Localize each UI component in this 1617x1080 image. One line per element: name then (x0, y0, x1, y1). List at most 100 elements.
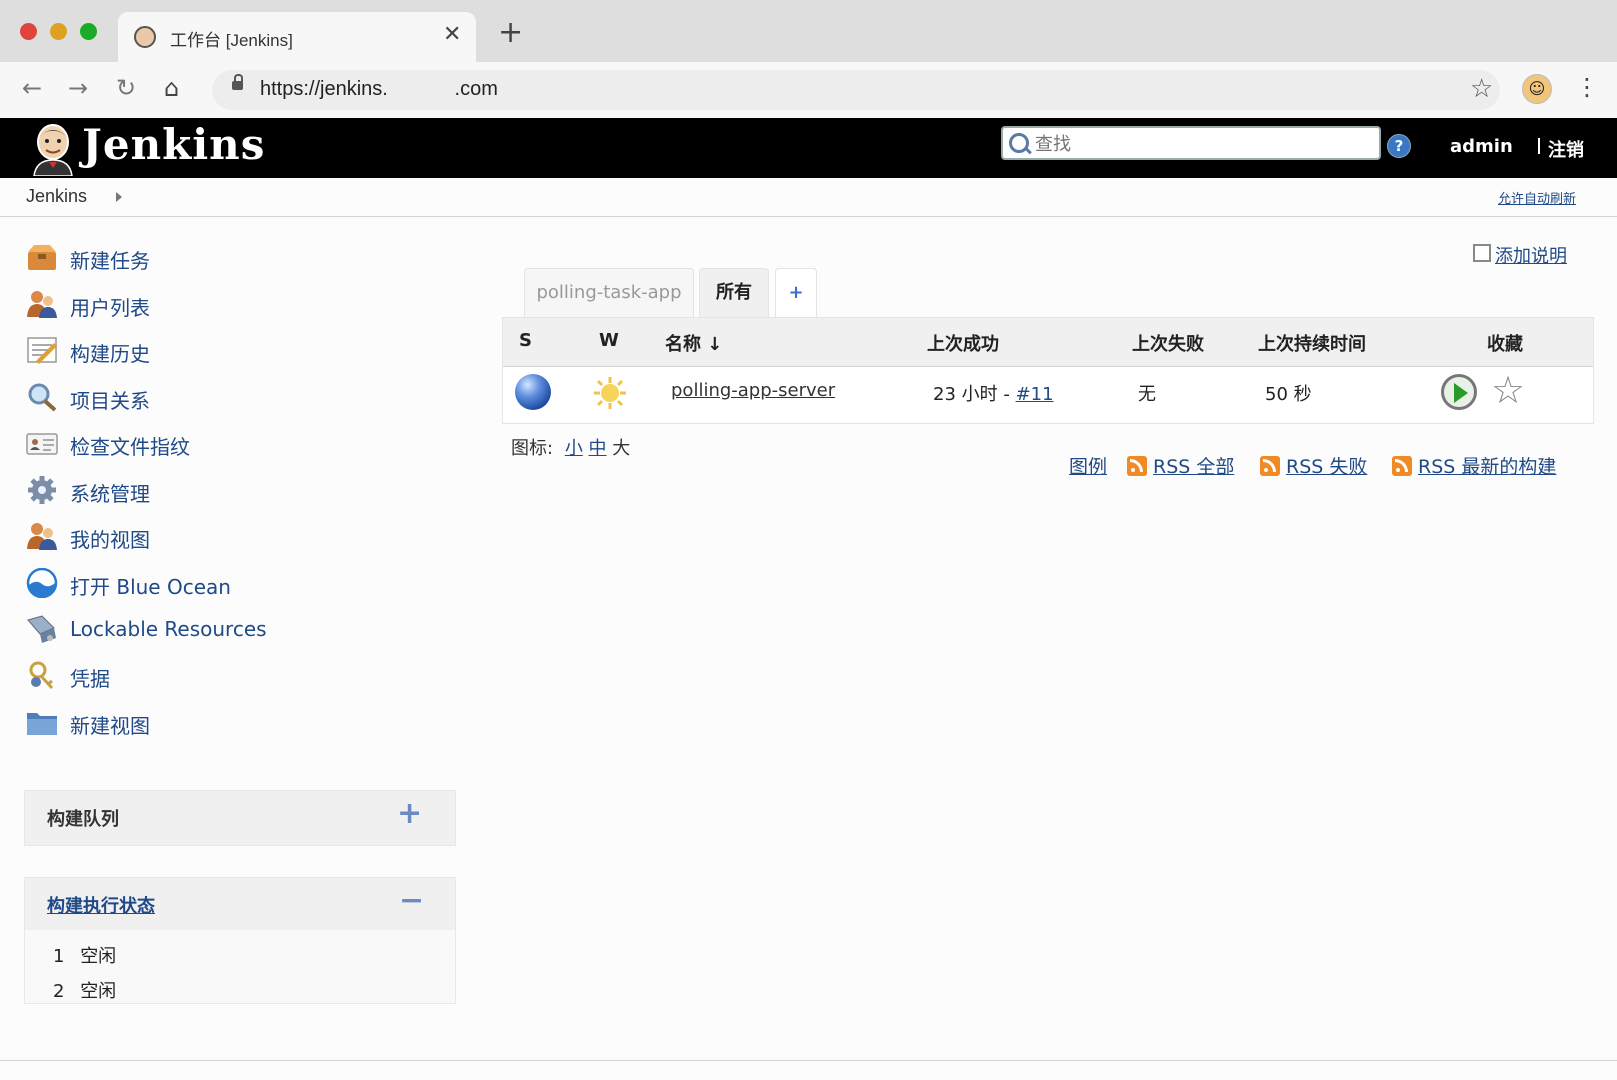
tab-label: 所有 (716, 282, 752, 303)
sidebar-item-blue-ocean[interactable]: 打开 Blue Ocean (26, 566, 446, 602)
legend-link[interactable]: 图例 (1069, 452, 1107, 479)
column-header-last-duration[interactable]: 上次持续时间 (1258, 330, 1366, 356)
jenkins-logo-text[interactable]: Jenkins (82, 120, 265, 169)
forward-icon[interactable]: → (68, 74, 88, 102)
sidebar-item-manage-jenkins[interactable]: 系统管理 (26, 473, 446, 509)
rss-icon (1392, 456, 1412, 476)
add-description-link[interactable]: 添加说明 (1473, 242, 1567, 268)
sidebar-item-fingerprint[interactable]: 检查文件指纹 (26, 426, 446, 462)
browser-menu-icon[interactable]: ⋮ (1575, 73, 1599, 101)
sidebar-item-label: 系统管理 (70, 482, 150, 506)
last-duration-cell: 50 秒 (1265, 384, 1312, 405)
jenkins-favicon-icon (134, 26, 156, 48)
rss-all-link[interactable]: RSS 全部 (1127, 452, 1234, 479)
table-header: S W 名称 ↓ 上次成功 上次失败 上次持续时间 收藏 (503, 318, 1593, 367)
sidebar-item-new-view[interactable]: 新建视图 (26, 705, 446, 741)
home-icon[interactable]: ⌂ (164, 74, 179, 102)
rss-latest-label: RSS 最新的构建 (1418, 456, 1557, 478)
enable-auto-refresh-link[interactable]: 允许自动刷新 (1498, 188, 1576, 207)
add-view-tab[interactable]: + (775, 268, 817, 318)
search-icon (28, 383, 57, 412)
my-views-icon (27, 523, 57, 550)
user-link[interactable]: admin (1450, 136, 1513, 157)
last-success-build-link[interactable]: #11 (1016, 384, 1054, 405)
sidebar-item-label: 项目关系 (70, 389, 150, 413)
column-header-favorite[interactable]: 收藏 (1487, 330, 1523, 356)
tab-all[interactable]: 所有 (699, 268, 769, 318)
rss-failed-link[interactable]: RSS 失败 (1260, 452, 1367, 479)
build-queue-title: 构建队列 (47, 809, 119, 830)
fingerprint-icon (26, 433, 58, 455)
sidebar-item-credentials[interactable]: 凭据 (26, 658, 446, 694)
url-text[interactable]: https://jenkins. .com (260, 78, 498, 101)
column-header-status[interactable]: S (519, 330, 532, 351)
sidebar-item-lockable-resources[interactable]: Lockable Resources (26, 612, 446, 648)
jenkins-butler-icon[interactable] (30, 122, 76, 176)
sun-icon[interactable] (593, 376, 627, 410)
edit-description-icon (1473, 244, 1491, 262)
breadcrumb-bar: Jenkins 允许自动刷新 (0, 178, 1617, 217)
close-window-button[interactable] (20, 23, 37, 40)
breadcrumb-arrow-icon[interactable] (116, 192, 122, 202)
breadcrumb-jenkins[interactable]: Jenkins (26, 186, 87, 207)
logout-link[interactable]: 注销 (1548, 136, 1584, 162)
column-header-last-success[interactable]: 上次成功 (927, 330, 999, 356)
search-icon (1009, 133, 1029, 153)
profile-avatar-icon[interactable]: ☺ (1522, 74, 1552, 104)
sidebar-item-label: 构建历史 (70, 342, 150, 366)
job-link[interactable]: polling-app-server (671, 380, 835, 401)
gear-icon (28, 476, 56, 504)
rss-all-label: RSS 全部 (1153, 456, 1235, 478)
back-icon[interactable]: ← (22, 74, 42, 102)
icon-size-label: 图标: (511, 438, 554, 459)
browser-tab[interactable]: 工作台 [Jenkins] ✕ (118, 12, 476, 62)
expand-icon[interactable]: + (397, 799, 422, 829)
help-icon[interactable]: ? (1387, 134, 1411, 158)
last-success-time: 23 小时 - (933, 384, 1016, 405)
users-icon (27, 291, 57, 318)
sidebar-item-label: 凭据 (70, 667, 110, 691)
icon-size-medium-link[interactable]: 中 (589, 438, 607, 459)
new-tab-button[interactable]: + (498, 18, 523, 48)
sidebar-item-build-history[interactable]: 构建历史 (26, 333, 446, 369)
credentials-icon (29, 661, 54, 690)
rss-failed-label: RSS 失败 (1286, 456, 1368, 478)
column-header-weather[interactable]: W (599, 330, 619, 351)
close-tab-icon[interactable]: ✕ (443, 22, 461, 47)
sidebar-item-new-item[interactable]: 新建任务 (26, 240, 446, 276)
status-ball-icon[interactable] (515, 374, 551, 410)
executor-status: 空闲 (80, 946, 117, 967)
browser-toolbar: ← → ↻ ⌂ https://jenkins. .com ☆ ☺ ⋮ (0, 62, 1617, 119)
build-history-icon (27, 337, 57, 364)
executor-status-header: 构建执行状态 − (25, 878, 455, 930)
bookmark-star-icon[interactable]: ☆ (1470, 74, 1493, 104)
executor-status: 空闲 (80, 981, 117, 1002)
browser-tab-title: 工作台 [Jenkins] (170, 31, 293, 50)
rss-latest-link[interactable]: RSS 最新的构建 (1392, 452, 1556, 479)
jenkins-header: Jenkins ? admin 注销 (0, 118, 1617, 178)
sidebar-item-label: 新建任务 (70, 249, 150, 273)
address-bar[interactable]: https://jenkins. .com ☆ (212, 70, 1500, 110)
sidebar-item-label: 用户列表 (70, 296, 150, 320)
executor-status-title-link[interactable]: 构建执行状态 (47, 892, 155, 918)
column-header-last-failure[interactable]: 上次失败 (1132, 330, 1204, 356)
favorite-star-icon[interactable]: ☆ (1491, 370, 1525, 410)
minimize-window-button[interactable] (50, 23, 67, 40)
schedule-build-icon[interactable] (1441, 374, 1477, 410)
collapse-icon[interactable]: − (399, 886, 424, 916)
tab-label: polling-task-app (536, 282, 682, 303)
icon-size-large-current: 大 (612, 438, 631, 459)
icon-size-small-link[interactable]: 小 (565, 438, 583, 459)
reload-icon[interactable]: ↻ (116, 74, 136, 102)
rss-icon (1127, 456, 1147, 476)
icon-size-selector: 图标: 小 中 大 (511, 434, 630, 460)
search-box[interactable] (1001, 126, 1381, 160)
executor-row: 2 空闲 (53, 977, 116, 1003)
search-input[interactable] (1033, 130, 1367, 158)
column-header-name[interactable]: 名称 ↓ (665, 330, 722, 356)
maximize-window-button[interactable] (80, 23, 97, 40)
sidebar-item-project-relationship[interactable]: 项目关系 (26, 380, 446, 416)
sidebar-item-my-views[interactable]: 我的视图 (26, 519, 446, 555)
sidebar-item-users[interactable]: 用户列表 (26, 287, 446, 323)
tab-polling-task-app[interactable]: polling-task-app (524, 268, 694, 318)
